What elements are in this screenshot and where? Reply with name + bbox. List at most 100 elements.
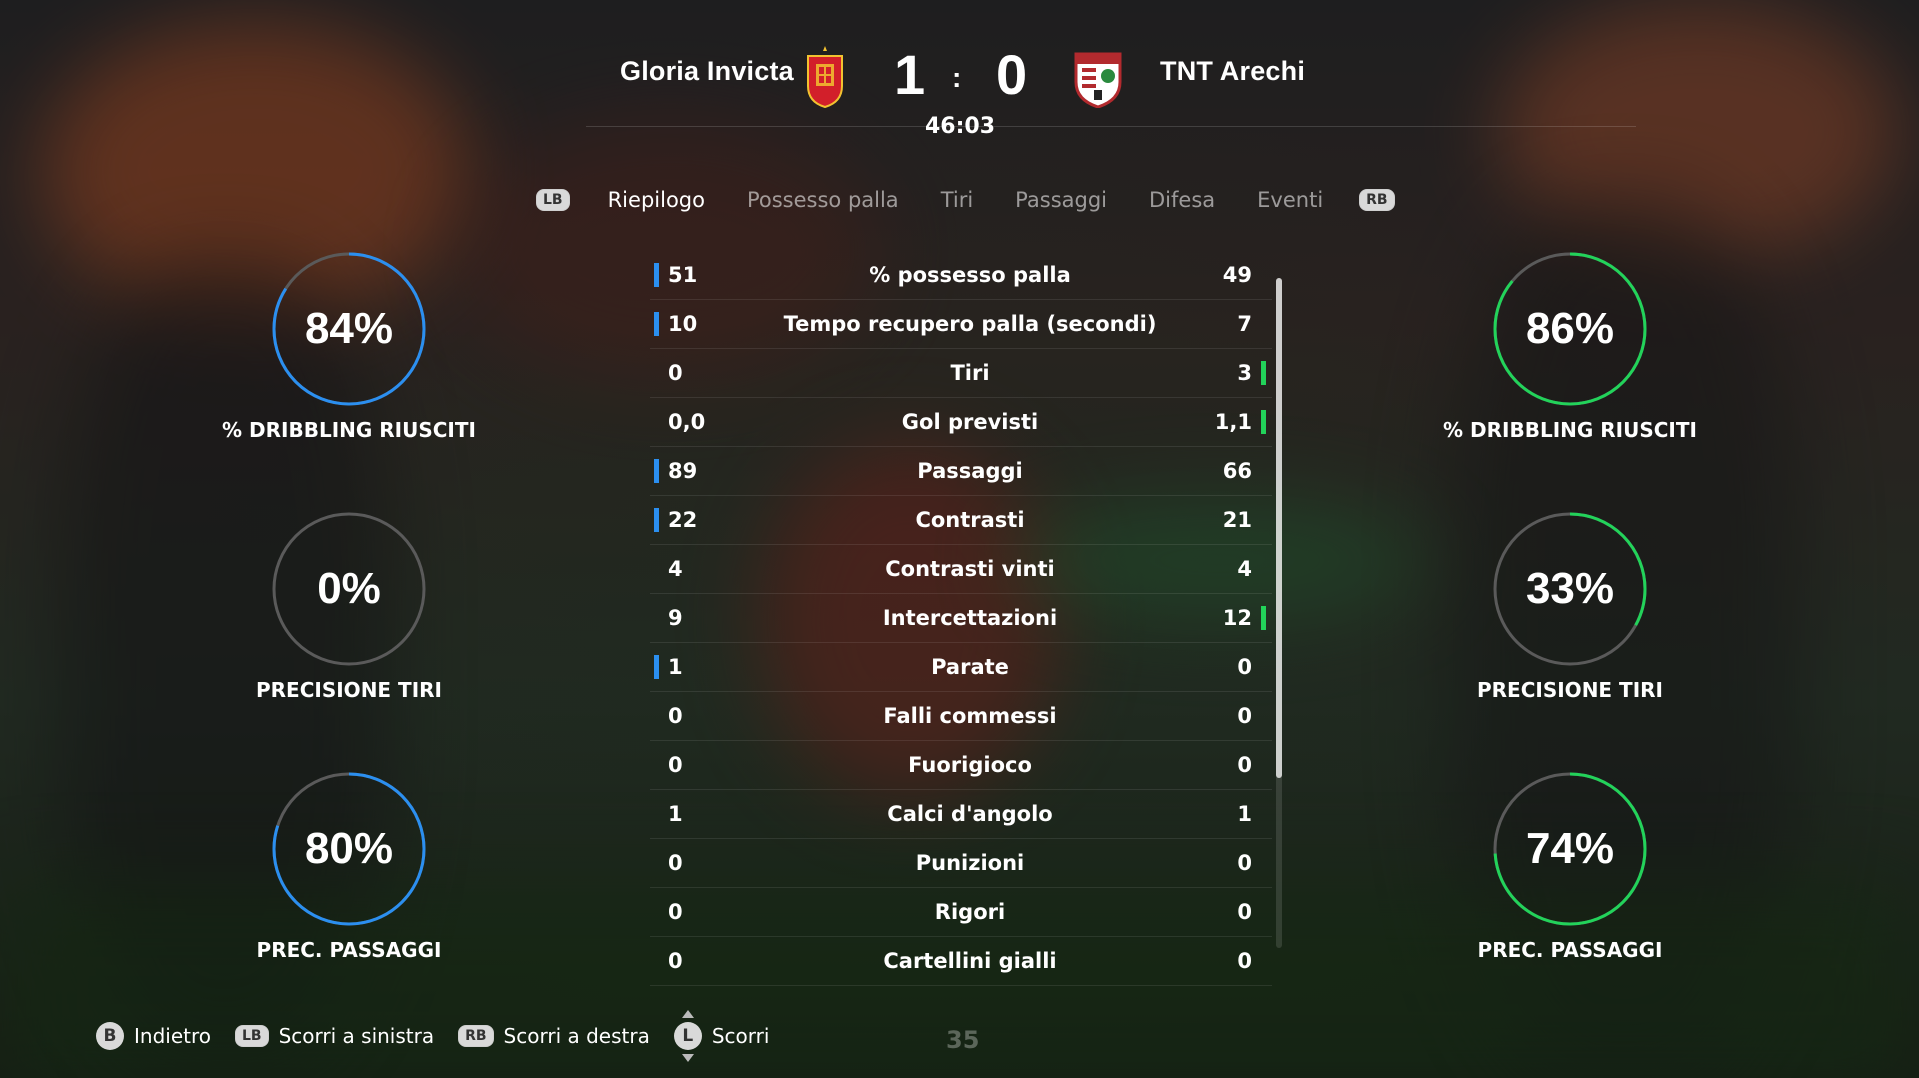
away-dribbling-value: 86%: [1525, 304, 1615, 353]
stat-name: Rigori: [934, 900, 1006, 924]
stat-away-value: 12: [1222, 606, 1252, 630]
tab-riepilogo[interactable]: Riepilogo: [608, 188, 705, 212]
home-leader-bar: [654, 508, 659, 532]
home-leader-bar: [654, 459, 659, 483]
stat-home-value: 1: [668, 802, 683, 826]
rb-button-icon[interactable]: RB: [1359, 189, 1395, 211]
away-leader-bar: [1261, 606, 1266, 630]
away-leader-bar: [1261, 361, 1266, 385]
stat-away-value: 0: [1237, 704, 1252, 728]
tab-tiri[interactable]: Tiri: [941, 188, 973, 212]
stat-away-value: 66: [1222, 459, 1252, 483]
footer-controls: B Indietro LB Scorri a sinistra RB Scorr…: [96, 1010, 793, 1062]
stat-name: Gol previsti: [901, 410, 1039, 434]
stat-row: 10 Tempo recupero palla (secondi) 7: [650, 300, 1272, 349]
stats-table[interactable]: 51% possesso palla 49 1 0 Tempo recupero pal…: [650, 251, 1272, 986]
stat-row: 0 Rigori 0: [650, 888, 1272, 937]
stat-away-value: 0: [1237, 753, 1252, 777]
lb-button-icon[interactable]: LB: [536, 189, 570, 211]
stat-row: 1 Parate 0: [650, 643, 1272, 692]
tab-bar: LB Riepilogo Possesso palla Tiri Passagg…: [536, 183, 1395, 217]
lb-button-icon: LB: [235, 1025, 269, 1047]
home-shot-accuracy-label: PRECISIONE TIRI: [256, 678, 442, 702]
tab-possesso-palla[interactable]: Possesso palla: [747, 188, 899, 212]
stat-name: Cartellini gialli: [883, 949, 1057, 973]
back-control[interactable]: B Indietro: [96, 1022, 211, 1050]
left-stick-icon: L: [673, 1010, 702, 1062]
scroll-right-label: Scorri a destra: [503, 1024, 650, 1048]
stat-name: Contrasti: [915, 508, 1025, 532]
stat-home-value: 0: [668, 704, 683, 728]
back-label: Indietro: [134, 1024, 211, 1048]
away-dribbling-ring: 86%: [1490, 249, 1650, 409]
stat-away-value: 1,1: [1214, 410, 1252, 434]
stat-row: 22 Contrasti 21: [650, 496, 1272, 545]
home-pass-accuracy-ring: 80%: [269, 769, 429, 929]
score-separator: :: [952, 62, 962, 93]
page-number: 35: [946, 1026, 980, 1054]
away-pass-accuracy-ring: 74%: [1490, 769, 1650, 929]
stat-name: Tiri: [950, 361, 990, 385]
tab-passaggi[interactable]: Passaggi: [1015, 188, 1107, 212]
stat-home-value: 89: [668, 459, 698, 483]
stat-away-value: 1: [1237, 802, 1252, 826]
scroll-control[interactable]: L Scorri: [673, 1010, 769, 1062]
club-crest-icon: [1074, 52, 1122, 108]
stat-home-value: 0: [668, 361, 683, 385]
scroll-left-label: Scorri a sinistra: [278, 1024, 435, 1048]
home-shot-accuracy-value: 0%: [317, 564, 381, 613]
tab-difesa[interactable]: Difesa: [1149, 188, 1215, 212]
tab-eventi[interactable]: Eventi: [1257, 188, 1323, 212]
stat-row: 0 Cartellini gialli 0: [650, 937, 1272, 986]
stat-name: Tempo recupero palla (secondi): [783, 312, 1157, 336]
stat-home-value: 9: [668, 606, 683, 630]
rb-button-icon: RB: [458, 1025, 494, 1047]
away-pass-accuracy-label: PREC. PASSAGGI: [1477, 938, 1663, 962]
header-divider: [586, 126, 1636, 127]
home-leader-bar: [654, 263, 659, 287]
spain-crest-icon: [807, 46, 843, 108]
stat-name: Passaggi: [917, 459, 1023, 483]
stat-row: 9 Intercettazioni 12: [650, 594, 1272, 643]
home-dribbling-label: % DRIBBLING RIUSCITI: [222, 418, 476, 442]
stat-away-value: 21: [1222, 508, 1252, 532]
match-clock: 46:03: [924, 114, 996, 139]
home-score: 1: [894, 43, 926, 106]
stat-away-value: 49: [1222, 263, 1252, 287]
home-pass-accuracy-label: PREC. PASSAGGI: [256, 938, 442, 962]
stat-home-value: 51: [668, 263, 698, 287]
stat-name: Parate: [931, 655, 1009, 679]
stat-name: Contrasti vinti: [885, 557, 1055, 581]
stat-row: 0 Falli commessi 0: [650, 692, 1272, 741]
away-shot-accuracy-ring: 33%: [1490, 509, 1650, 669]
stat-name: Calci d'angolo: [887, 802, 1053, 826]
stat-row: 0 Punizioni 0: [650, 839, 1272, 888]
stat-row: 51 % possesso palla 49: [650, 251, 1272, 300]
home-leader-bar: [654, 312, 659, 336]
away-dribbling-label: % DRIBBLING RIUSCITI: [1443, 418, 1697, 442]
b-button-icon: B: [96, 1022, 124, 1050]
stat-name: Intercettazioni: [882, 606, 1058, 630]
away-shot-accuracy-label: PRECISIONE TIRI: [1477, 678, 1663, 702]
stat-row: 0 Tiri 3: [650, 349, 1272, 398]
stat-row: 0,0 Gol previsti 1,1: [650, 398, 1272, 447]
stat-row: 0 Fuorigioco 0: [650, 741, 1272, 790]
stat-away-value: 0: [1237, 900, 1252, 924]
stat-home-value: 0: [668, 851, 683, 875]
scroll-left-control[interactable]: LB Scorri a sinistra: [235, 1024, 434, 1048]
stat-home-value: 4: [668, 557, 683, 581]
stat-home-value: 0: [668, 949, 683, 973]
home-shot-accuracy-ring: 0%: [269, 509, 429, 669]
away-shot-accuracy-value: 33%: [1525, 564, 1615, 613]
stat-away-value: 3: [1237, 361, 1252, 385]
stats-scrollbar[interactable]: [1276, 278, 1282, 948]
scroll-right-control[interactable]: RB Scorri a destra: [458, 1024, 650, 1048]
stat-name: Falli commessi: [883, 704, 1057, 728]
stat-away-value: 7: [1237, 312, 1252, 336]
home-dribbling-value: 84%: [304, 304, 394, 353]
stats-scrollbar-thumb[interactable]: [1276, 278, 1282, 778]
away-score: 0: [996, 43, 1028, 106]
stat-away-value: 4: [1237, 557, 1252, 581]
stat-home-value: 0: [668, 900, 683, 924]
stat-name: Fuorigioco: [908, 753, 1032, 777]
